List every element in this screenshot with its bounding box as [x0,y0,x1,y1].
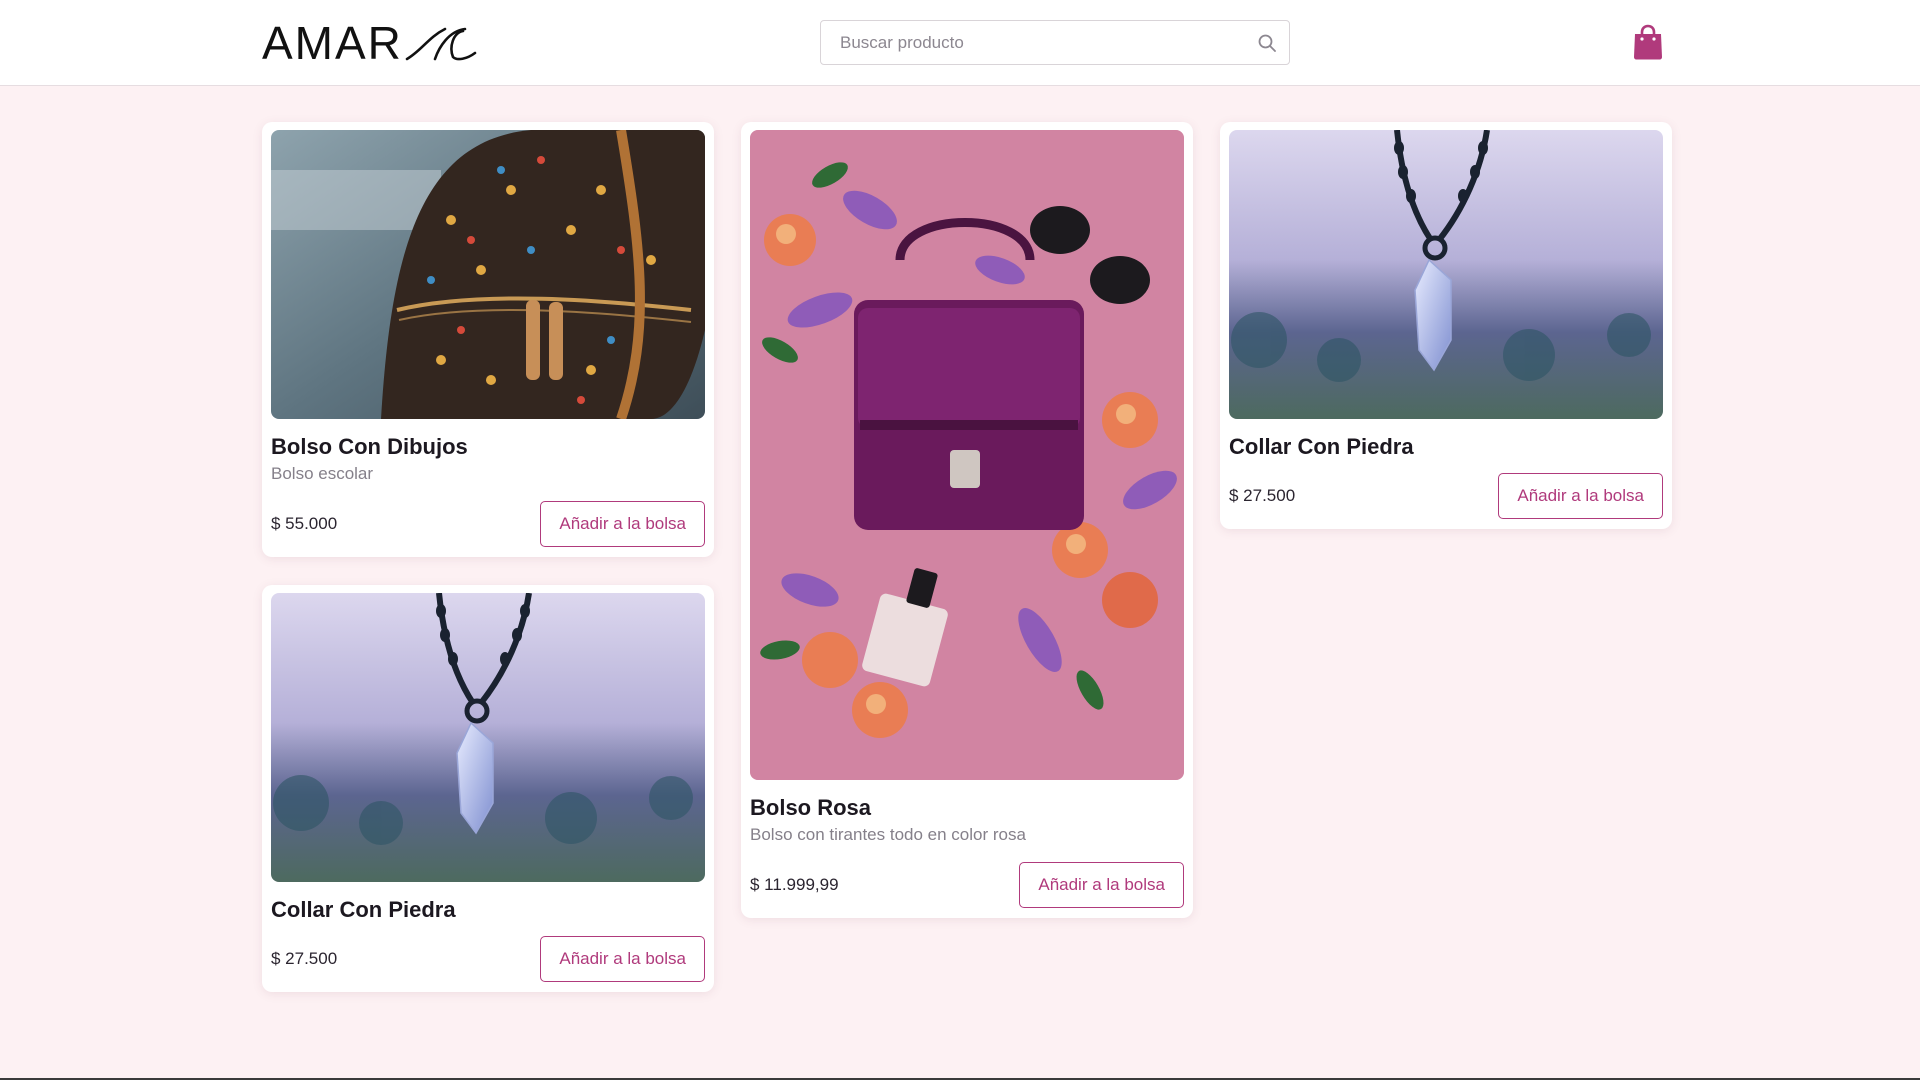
product-price: $ 55.000 [271,514,338,533]
search-icon[interactable] [1257,33,1277,53]
product-card: Collar Con Piedra $ 27.500 Añadir a la b… [1220,122,1672,529]
product-card: Bolso Con Dibujos Bolso escolar $ 55.000… [262,122,714,557]
add-to-bag-button[interactable]: Añadir a la bolsa [540,501,705,547]
add-to-bag-button[interactable]: Añadir a la bolsa [540,936,705,982]
product-price: $ 11.999,99 [750,875,839,894]
product-price: $ 27.500 [271,949,338,968]
product-image[interactable] [271,130,705,419]
product-card: Collar Con Piedra $ 27.500 Añadir a la b… [262,585,714,992]
product-title: Bolso Rosa [750,795,872,820]
product-price: $ 27.500 [1229,486,1296,505]
product-title: Collar Con Piedra [1229,434,1414,459]
add-to-bag-button[interactable]: Añadir a la bolsa [1019,862,1184,908]
search-box[interactable] [820,20,1290,65]
product-description: Bolso con tirantes todo en color rosa [750,825,1026,844]
add-to-bag-button[interactable]: Añadir a la bolsa [1498,473,1663,519]
product-image[interactable] [271,593,705,882]
product-description: Bolso escolar [271,464,374,483]
product-column-1: Bolso Con Dibujos Bolso escolar $ 55.000… [262,122,714,1020]
top-navbar: AMAR [0,0,1920,86]
logo-swash-icon [405,27,477,61]
search-input[interactable] [821,21,1241,64]
product-card: Bolso Rosa Bolso con tirantes todo en co… [741,122,1193,918]
logo-text: AMAR [262,17,403,69]
product-title: Collar Con Piedra [271,897,456,922]
brand-logo[interactable]: AMAR [262,20,477,66]
product-title: Bolso Con Dibujos [271,434,468,459]
product-column-3: Collar Con Piedra $ 27.500 Añadir a la b… [1220,122,1672,557]
product-image[interactable] [750,130,1184,780]
product-image[interactable] [1229,130,1663,419]
shopping-bag-icon[interactable] [1632,24,1664,60]
product-column-2: Bolso Rosa Bolso con tirantes todo en co… [741,122,1193,946]
